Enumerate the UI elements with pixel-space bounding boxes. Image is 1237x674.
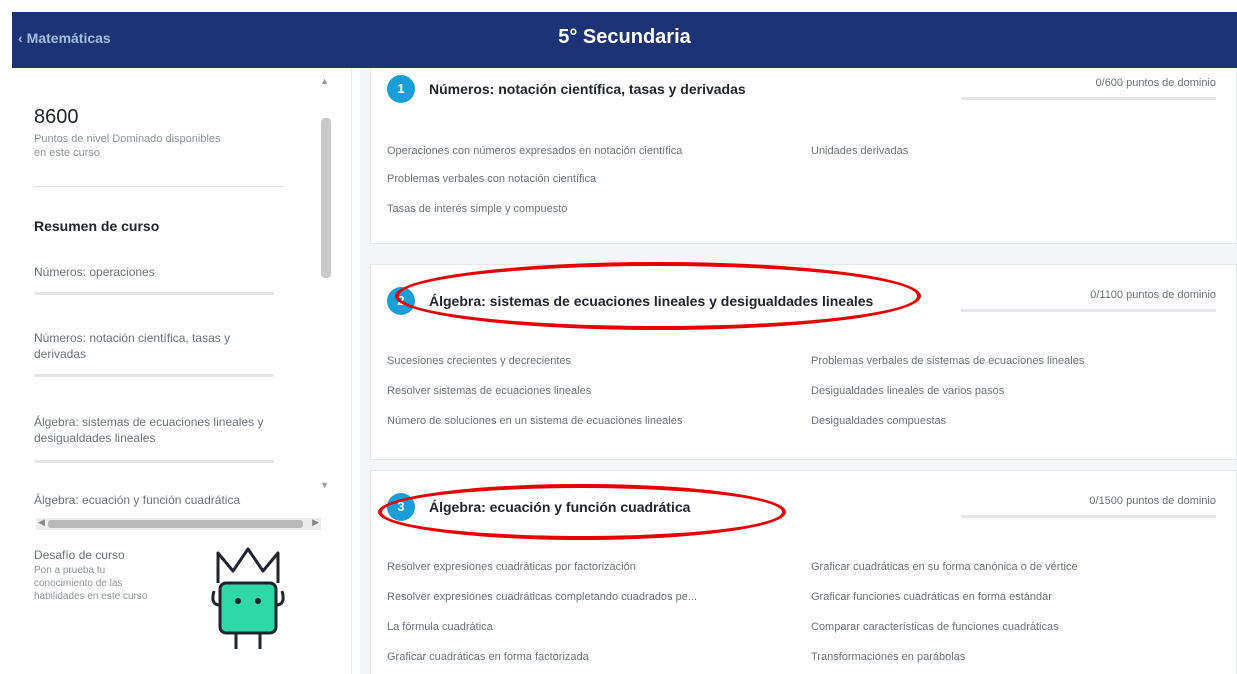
skill-link[interactable]: La fórmula cuadrática <box>387 621 493 633</box>
skill-link[interactable]: Resolver expresiones cuadráticas por fac… <box>387 561 636 573</box>
unit-title[interactable]: Álgebra: ecuación y función cuadrática <box>429 499 690 515</box>
course-challenge-title[interactable]: Desafío de curso <box>34 548 125 562</box>
horizontal-scrollbar[interactable]: ◀ ▶ <box>36 517 321 530</box>
unit-title[interactable]: Números: notación científica, tasas y de… <box>429 81 746 97</box>
course-summary-title: Resumen de curso <box>34 218 160 234</box>
page-title: 5° Secundaria <box>558 26 691 48</box>
unit-title[interactable]: Álgebra: sistemas de ecuaciones lineales… <box>429 293 873 309</box>
sidebar-scrollbar[interactable] <box>321 118 331 278</box>
mascot-illustration <box>211 547 285 649</box>
scroll-up-arrow-icon[interactable]: ▲ <box>320 76 329 86</box>
unit-mastery-points: 0/1500 puntos de dominio <box>1089 495 1216 507</box>
unit-card: 1 Números: notación científica, tasas y … <box>370 68 1237 244</box>
available-points-description: Puntos de nivel Dominado disponibles en … <box>34 133 221 159</box>
sidebar-item-algebra-cuadratica[interactable]: Álgebra: ecuación y función cuadrática <box>34 492 284 508</box>
scroll-right-arrow-icon[interactable]: ▶ <box>312 517 319 528</box>
unit-progress-bar <box>961 515 1216 518</box>
skill-link[interactable]: Problemas verbales de sistemas de ecuaci… <box>811 355 1084 367</box>
sidebar-item-algebra-sistemas[interactable]: Álgebra: sistemas de ecuaciones lineales… <box>34 414 284 446</box>
course-sidebar: ▲ ▼ 8600 Puntos de nivel Dominado dispon… <box>12 68 352 674</box>
unit-icon: 2 <box>387 287 415 315</box>
scroll-left-arrow-icon[interactable]: ◀ <box>38 517 45 528</box>
unit-progress-bar <box>961 309 1216 312</box>
scroll-down-arrow-icon[interactable]: ▼ <box>320 480 329 490</box>
skill-link[interactable]: Sucesiones crecientes y decrecientes <box>387 355 571 367</box>
unit-icon: 3 <box>387 493 415 521</box>
unit-mastery-points: 0/1100 puntos de dominio <box>1090 289 1216 301</box>
skill-link[interactable]: Graficar funciones cuadráticas en forma … <box>811 591 1052 603</box>
skill-link[interactable]: Número de soluciones en un sistema de ec… <box>387 415 682 427</box>
course-challenge-description: Pon a prueba tu conocimiento de las habi… <box>34 565 148 602</box>
sidebar-item-numeros-notacion[interactable]: Números: notación científica, tasas y de… <box>34 330 284 362</box>
skill-link[interactable]: Resolver sistemas de ecuaciones lineales <box>387 385 591 397</box>
skill-link[interactable]: Problemas verbales con notación científi… <box>387 173 596 185</box>
skill-link[interactable]: Tasas de interés simple y compuesto <box>387 203 567 215</box>
available-points-value: 8600 <box>34 106 79 128</box>
skill-link[interactable]: Desigualdades lineales de varios pasos <box>811 385 1004 397</box>
sidebar-item-progress-bar <box>34 374 274 377</box>
sidebar-item-progress-bar <box>34 292 274 295</box>
skill-link[interactable]: Graficar cuadráticas en su forma canónic… <box>811 561 1078 573</box>
skill-link[interactable]: Unidades derivadas <box>811 145 908 157</box>
course-content: 1 Números: notación científica, tasas y … <box>360 68 1237 674</box>
unit-card: 2 Álgebra: sistemas de ecuaciones lineal… <box>370 264 1237 460</box>
sidebar-item-numeros-operaciones[interactable]: Números: operaciones <box>34 264 284 280</box>
unit-icon: 1 <box>387 75 415 103</box>
unit-progress-bar <box>961 97 1216 100</box>
skill-link[interactable]: Transformaciones en parábolas <box>811 651 965 663</box>
skill-link[interactable]: Desigualdades compuestas <box>811 415 946 427</box>
skill-link[interactable]: Resolver expresiones cuadráticas complet… <box>387 591 697 603</box>
skill-link[interactable]: Operaciones con números expresados en no… <box>387 145 682 157</box>
horizontal-scroll-thumb[interactable] <box>48 520 303 528</box>
unit-card: 3 Álgebra: ecuación y función cuadrática… <box>370 470 1237 674</box>
top-bar: ‹ Matemáticas 5° Secundaria <box>12 12 1237 68</box>
sidebar-item-progress-bar <box>34 460 274 463</box>
divider <box>34 186 284 187</box>
skill-link[interactable]: Comparar características de funciones cu… <box>811 621 1059 633</box>
skill-link[interactable]: Graficar cuadráticas en forma factorizad… <box>387 651 589 663</box>
unit-mastery-points: 0/600 puntos de dominio <box>1095 77 1216 89</box>
